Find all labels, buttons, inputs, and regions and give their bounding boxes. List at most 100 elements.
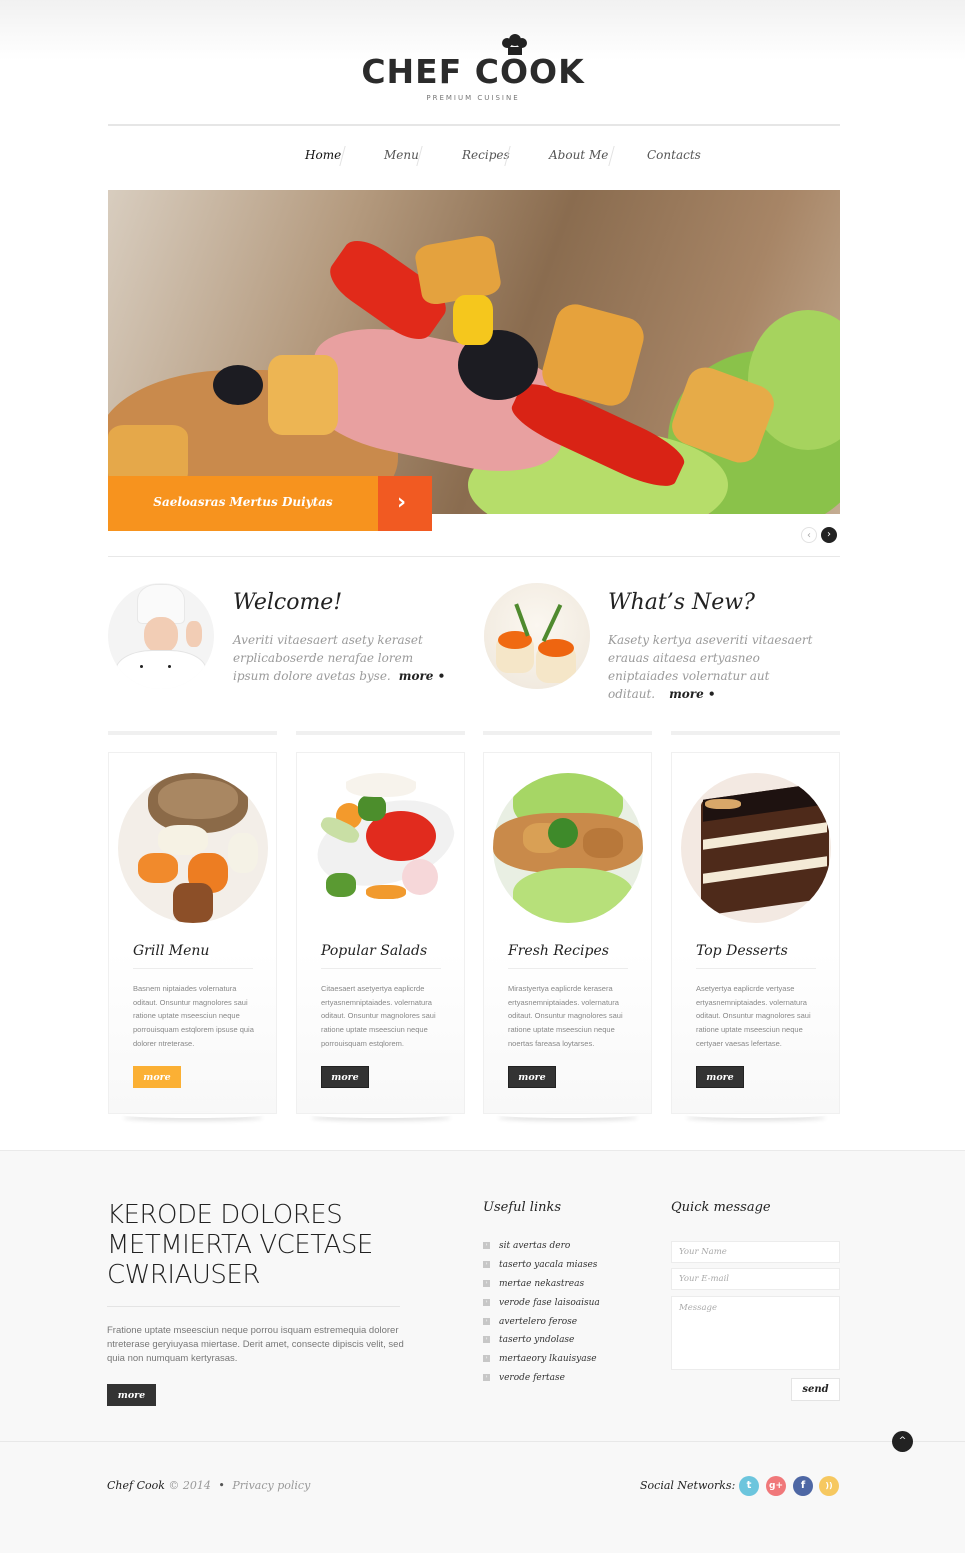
useful-link[interactable]: › taserto yacala miases xyxy=(483,1260,653,1279)
section-divider xyxy=(108,556,840,557)
chicken-lettuce-image xyxy=(493,773,643,923)
useful-link[interactable]: › taserto yndolase xyxy=(483,1335,653,1354)
footer-paragraph: Fratione uptate mseesciun neque porrou i… xyxy=(107,1325,404,1364)
welcome-title: Welcome! xyxy=(233,590,343,615)
nav-about-me[interactable]: About Me xyxy=(549,148,608,162)
nav-recipes[interactable]: Recipes xyxy=(462,148,510,162)
card-description: Basnem niptaiades volernatura oditaut. O… xyxy=(133,984,254,1048)
brand-name: CHEF COOK xyxy=(361,52,585,91)
arrow-bullet-icon: › xyxy=(483,1374,490,1382)
chocolate-cake-image xyxy=(681,773,831,923)
grilled-chicken-image xyxy=(118,773,268,923)
copyright-brand: Chef Cook xyxy=(107,1479,165,1492)
useful-link[interactable]: › sit avertas dero xyxy=(483,1241,653,1260)
card-divider xyxy=(321,968,441,969)
card-description: Citaesaert asetyertya eaplicrde ertyasne… xyxy=(321,984,436,1048)
chevron-right-icon: › xyxy=(397,490,407,515)
whats-new-more-link[interactable]: more • xyxy=(669,687,716,701)
site-logo[interactable]: CHEF COOK PREMIUM CUISINE xyxy=(356,34,596,106)
card-more-button[interactable]: more xyxy=(508,1066,556,1088)
card-more-button[interactable]: more xyxy=(696,1066,744,1088)
welcome-more-link[interactable]: more • xyxy=(399,669,446,683)
card-top-desserts: Top Desserts Asetyertya eaplicrde vertya… xyxy=(671,752,840,1114)
useful-link[interactable]: › verode fertase xyxy=(483,1373,653,1392)
brand-tagline: PREMIUM CUISINE xyxy=(426,94,520,102)
arrow-bullet-icon: › xyxy=(483,1336,490,1344)
card-grill-menu: Grill Menu Basnem niptaiades volernatura… xyxy=(108,752,277,1114)
footer-bottom-divider xyxy=(0,1441,965,1442)
google-plus-icon[interactable]: g+ xyxy=(766,1476,786,1496)
card-shadow xyxy=(311,1112,451,1118)
footer-divider xyxy=(107,1306,400,1307)
arrow-bullet-icon: › xyxy=(483,1242,490,1249)
name-input[interactable] xyxy=(671,1241,840,1263)
copyright: Chef Cook © 2014 • Privacy policy xyxy=(107,1479,310,1492)
slider-prev-button[interactable]: ‹ xyxy=(801,527,817,543)
card-description: Asetyertya eaplicrde vertyase ertyasnemn… xyxy=(696,984,811,1048)
card-top-bar xyxy=(483,731,652,735)
slide-next-button[interactable]: › xyxy=(378,476,432,531)
card-more-button[interactable]: more xyxy=(133,1066,181,1088)
chevron-right-icon: › xyxy=(827,529,831,540)
card-more-button[interactable]: more xyxy=(321,1066,369,1088)
card-divider xyxy=(508,968,628,969)
arrow-bullet-icon: › xyxy=(483,1355,490,1363)
chevron-up-icon: ^ xyxy=(898,1436,907,1446)
welcome-text: Averiti vitaesaert asety keraset erplica… xyxy=(233,631,453,685)
card-title: Popular Salads xyxy=(321,943,428,959)
salad-bowl-image xyxy=(306,773,456,923)
main-nav: Home Menu Recipes About Me Contacts xyxy=(280,146,720,168)
nav-home[interactable]: Home xyxy=(305,148,341,162)
arrow-bullet-icon: › xyxy=(483,1260,490,1268)
card-shadow xyxy=(498,1112,638,1118)
card-title: Top Desserts xyxy=(696,943,788,959)
welcome-body: Averiti vitaesaert asety keraset erplica… xyxy=(233,633,423,683)
card-shadow xyxy=(123,1112,263,1118)
whats-new-title: What’s New? xyxy=(608,590,755,615)
card-top-bar xyxy=(108,731,277,735)
message-textarea[interactable] xyxy=(671,1296,840,1370)
footer-heading: KERODE DOLORES METMIERTA VCETASE CWRIAUS… xyxy=(107,1200,373,1290)
slide-caption[interactable]: Saeloasras Mertus Duiytas xyxy=(108,476,378,531)
hero-slider-image xyxy=(108,190,840,514)
send-button[interactable]: send xyxy=(791,1378,840,1401)
copyright-year: © 2014 xyxy=(168,1479,211,1492)
chevron-left-icon: ‹ xyxy=(807,530,811,541)
card-divider xyxy=(696,968,816,969)
card-title: Fresh Recipes xyxy=(508,943,609,959)
useful-link[interactable]: › mertaeory lkauisyase xyxy=(483,1354,653,1373)
card-description: Mirastyertya eaplicrde kerasera ertyasne… xyxy=(508,984,623,1048)
useful-links-title: Useful links xyxy=(483,1200,562,1215)
privacy-policy-link[interactable]: Privacy policy xyxy=(232,1479,310,1492)
arrow-bullet-icon: › xyxy=(483,1298,490,1306)
slider-next-button[interactable]: › xyxy=(821,527,837,543)
social-networks-label: Social Networks: xyxy=(640,1479,736,1492)
useful-link[interactable]: › mertae nekastreas xyxy=(483,1279,653,1298)
twitter-icon[interactable]: t xyxy=(739,1476,759,1496)
card-popular-salads: Popular Salads Citaesaert asetyertya eap… xyxy=(296,752,465,1114)
arrow-bullet-icon: › xyxy=(483,1317,490,1325)
card-title: Grill Menu xyxy=(133,943,210,959)
whats-new-text: Kasety kertya aseveriti vitaesaert eraua… xyxy=(608,631,828,703)
card-fresh-recipes: Fresh Recipes Mirastyertya eaplicrde ker… xyxy=(483,752,652,1114)
header-divider xyxy=(108,124,840,126)
card-shadow xyxy=(686,1112,826,1118)
copyright-separator: • xyxy=(218,1479,225,1492)
chef-portrait-image xyxy=(108,583,214,689)
nav-divider xyxy=(608,146,615,166)
whats-new-image xyxy=(484,583,590,689)
useful-links-list: › sit avertas dero › taserto yacala miases… xyxy=(483,1241,653,1392)
nav-menu[interactable]: Menu xyxy=(384,148,419,162)
useful-link[interactable]: › avertelero ferose xyxy=(483,1317,653,1336)
footer-more-button[interactable]: more xyxy=(107,1384,156,1406)
card-top-bar xyxy=(296,731,465,735)
facebook-icon[interactable]: f xyxy=(793,1476,813,1496)
back-to-top-button[interactable]: ^ xyxy=(892,1431,913,1452)
slide-caption-text: Saeloasras Mertus Duiytas xyxy=(153,495,333,509)
quick-message-title: Quick message xyxy=(671,1200,771,1215)
email-input[interactable] xyxy=(671,1268,840,1290)
useful-link[interactable]: › verode fase laisoaisua xyxy=(483,1298,653,1317)
card-top-bar xyxy=(671,731,840,735)
nav-contacts[interactable]: Contacts xyxy=(647,148,701,162)
rss-icon[interactable]: )) xyxy=(819,1476,839,1496)
